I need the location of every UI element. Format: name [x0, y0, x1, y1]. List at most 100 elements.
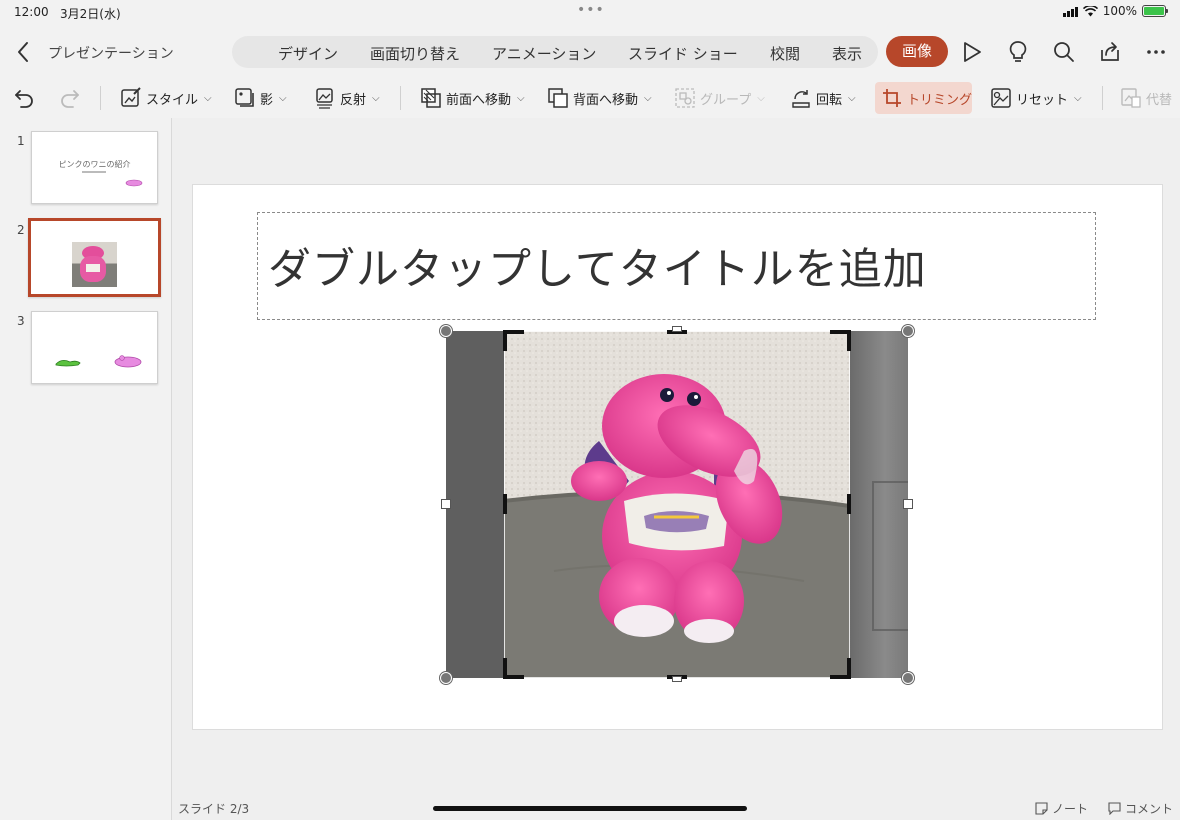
style-label: スタイル — [146, 92, 199, 108]
toolbar-separator — [400, 86, 401, 110]
toolbar-separator — [100, 86, 101, 110]
resize-handle-top-right[interactable] — [902, 325, 914, 337]
comments-button[interactable]: コメント — [1108, 800, 1173, 817]
title-placeholder-text: ダブルタップしてタイトルを追加 — [268, 245, 927, 295]
slide-thumbnail-subtitle — [82, 171, 106, 173]
shadow-button[interactable]: 影 ⌵ — [234, 82, 287, 114]
notes-label: ノート — [1052, 802, 1089, 816]
rotate-icon — [792, 90, 810, 108]
lightbulb-icon[interactable] — [1006, 40, 1030, 64]
rotate-label: 回転 — [816, 92, 843, 108]
slide-thumbnail-3[interactable] — [31, 311, 158, 384]
picture-toolbar: スタイル ⌵ 影 ⌵ 反射 ⌵ 前面へ移動 ⌵ 背面へ移動 ⌵ グループ ⌵ 回転 ⌵ — [0, 78, 1180, 118]
toolbar-separator — [1102, 86, 1103, 110]
comments-label: コメント — [1125, 802, 1174, 816]
chevron-down-icon: ⌵ — [644, 92, 652, 104]
home-indicator[interactable] — [433, 806, 747, 811]
reflection-button[interactable]: 反射 ⌵ — [314, 82, 380, 114]
rotate-button[interactable]: 回転 ⌵ — [790, 82, 856, 114]
crop-icon — [883, 89, 901, 107]
battery-icon — [1142, 5, 1168, 17]
ribbon-tabs: デザイン 画面切り替え アニメーション スライド ショー 校閲 表示 — [232, 36, 878, 68]
slide-thumbnail-panel: 1 ピンクのワニの紹介 2 3 — [0, 118, 172, 820]
crop-button[interactable]: トリミング — [875, 82, 972, 114]
slide-thumbnail-2[interactable] — [28, 218, 161, 297]
resize-handle-top[interactable] — [672, 326, 682, 332]
chevron-down-icon: ⌵ — [279, 92, 287, 104]
tab-animations[interactable]: アニメーション — [492, 43, 596, 64]
redo-icon[interactable] — [58, 86, 82, 110]
send-backward-icon — [548, 88, 568, 108]
tab-view[interactable]: 表示 — [832, 43, 862, 64]
reset-button[interactable]: リセット ⌵ — [990, 82, 1082, 114]
multitasking-dots-icon[interactable]: ••• — [577, 2, 605, 18]
ribbon-tab-row: プレゼンテーション デザイン 画面切り替え アニメーション スライド ショー 校… — [0, 28, 1180, 76]
comment-icon — [1108, 802, 1121, 815]
reflection-label: 反射 — [340, 92, 367, 108]
crop-label: トリミング — [907, 92, 973, 108]
bring-forward-button[interactable]: 前面へ移動 ⌵ — [420, 82, 525, 114]
resize-handle-bottom[interactable] — [672, 676, 682, 682]
resize-handle-bottom-left[interactable] — [440, 672, 452, 684]
more-icon[interactable] — [1144, 40, 1168, 64]
play-icon[interactable] — [960, 40, 984, 64]
search-icon[interactable] — [1052, 40, 1076, 64]
slide-number: 3 — [17, 314, 25, 328]
resize-handle-top-left[interactable] — [440, 325, 452, 337]
chevron-down-icon: ⌵ — [1074, 92, 1082, 104]
crop-corner-handles[interactable] — [500, 327, 854, 682]
tab-slideshow[interactable]: スライド ショー — [628, 43, 738, 64]
status-indicators: 100% — [1062, 4, 1168, 18]
status-bar: 12:00 3月2日(水) ••• 100% — [0, 0, 1180, 24]
send-backward-button[interactable]: 背面へ移動 ⌵ — [547, 82, 652, 114]
style-button[interactable]: スタイル ⌵ — [120, 82, 212, 114]
reset-label: リセット — [1016, 92, 1069, 108]
alt-text-button[interactable]: 代替 — [1120, 82, 1172, 114]
shadow-label: 影 — [260, 92, 274, 108]
group-button[interactable]: グループ ⌵ — [674, 82, 765, 114]
bring-forward-label: 前面へ移動 — [446, 92, 512, 108]
reflection-icon — [316, 88, 333, 109]
notes-icon — [1035, 802, 1048, 815]
chevron-down-icon: ⌵ — [757, 92, 765, 104]
tab-design[interactable]: デザイン — [278, 43, 338, 64]
cropped-out-area-right — [850, 331, 908, 678]
reset-icon — [991, 88, 1011, 108]
resize-handle-left[interactable] — [441, 499, 451, 509]
bring-forward-icon — [421, 88, 441, 108]
group-icon — [675, 88, 695, 108]
chevron-down-icon: ⌵ — [848, 92, 856, 104]
send-backward-label: 背面へ移動 — [573, 92, 639, 108]
cellular-signal-icon — [1062, 6, 1078, 17]
status-date: 3月2日(水) — [60, 7, 121, 21]
tab-review[interactable]: 校閲 — [770, 43, 800, 64]
plush-photo-thumbnail — [72, 242, 117, 287]
alt-text-icon — [1121, 88, 1141, 108]
group-label: グループ — [700, 92, 752, 108]
shadow-icon — [235, 88, 254, 107]
slide-thumbnail-1[interactable]: ピンクのワニの紹介 — [31, 131, 158, 204]
slide-counter: スライド 2/3 — [178, 802, 250, 816]
chevron-down-icon: ⌵ — [517, 92, 525, 104]
pink-crocodile-thumbnail — [125, 179, 143, 187]
back-icon[interactable] — [14, 40, 34, 64]
wifi-icon — [1082, 5, 1098, 16]
notes-button[interactable]: ノート — [1035, 800, 1088, 817]
chevron-down-icon: ⌵ — [372, 92, 380, 104]
battery-percent: 100% — [1102, 4, 1137, 18]
resize-handle-right[interactable] — [903, 499, 913, 509]
tab-picture[interactable]: 画像 — [886, 36, 948, 67]
cropped-out-area-left — [446, 331, 504, 678]
crocodiles-thumbnail — [55, 355, 142, 368]
document-title[interactable]: プレゼンテーション — [48, 43, 174, 63]
undo-icon[interactable] — [12, 86, 36, 110]
alt-text-label: 代替 — [1146, 92, 1173, 108]
resize-handle-bottom-right[interactable] — [902, 672, 914, 684]
slide-number: 1 — [17, 134, 25, 148]
title-placeholder[interactable]: ダブルタップしてタイトルを追加 — [257, 212, 1096, 320]
tab-transitions[interactable]: 画面切り替え — [370, 43, 460, 64]
slide-thumbnail-title: ピンクのワニの紹介 — [58, 160, 131, 169]
style-icon — [121, 87, 141, 107]
chevron-down-icon: ⌵ — [204, 92, 212, 104]
share-icon[interactable] — [1098, 40, 1122, 64]
